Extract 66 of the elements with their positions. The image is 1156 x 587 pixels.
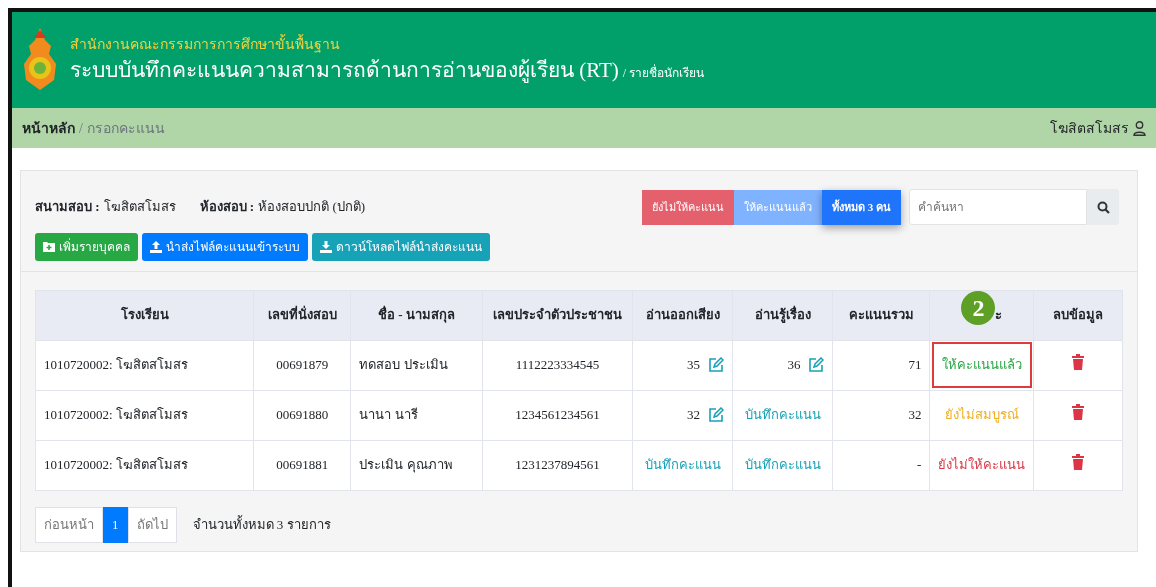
status-text: ให้คะแนนแล้ว [941, 357, 1022, 373]
breadcrumb-separator: / [79, 119, 83, 138]
action-button[interactable]: เพิ่มรายบุคคล [35, 232, 138, 261]
breadcrumb-item: กรอกคะแนน [86, 119, 165, 138]
edit-icon[interactable] [708, 357, 724, 373]
table-cell: 1010720002: โฆสิตสโมสร [44, 457, 188, 473]
app-title: ระบบบันทึกคะแนนความสามารถด้านการอ่านของผู้เรียน (RT) [70, 56, 619, 85]
breadcrumb-item[interactable]: หน้าหลัก [22, 117, 75, 139]
edit-icon[interactable] [708, 407, 724, 423]
delete-icon[interactable] [1072, 454, 1085, 471]
user-icon [1133, 120, 1146, 136]
info-label: สนามสอบ : [35, 198, 100, 216]
table-cell: 00691879 [276, 357, 329, 373]
table-cell: 1010720002: โฆสิตสโมสร [44, 407, 188, 423]
table-cell: ทดสอบ ประเมิน [359, 357, 448, 373]
record-count: จำนวนทั้งหมด 3 รายการ [192, 514, 331, 534]
score-value: 36 [787, 356, 801, 375]
logo-icon [22, 28, 58, 92]
column-header: เลขที่นั่งสอบ [267, 307, 337, 323]
search-icon [1096, 200, 1110, 214]
filter-button[interactable]: ยังไม่ให้คะแนน [642, 189, 734, 225]
download-icon [320, 240, 332, 253]
organization-name: สำนักงานคณะกรรมการการศึกษาขั้นพื้นฐาน [70, 33, 341, 55]
filter-button[interactable]: ทั้งหมด 3 คน [822, 189, 901, 225]
table-cell: 1234561234561 [515, 407, 600, 423]
delete-icon[interactable] [1072, 354, 1085, 371]
page-button[interactable]: 1 [103, 506, 128, 543]
column-header: ะ [995, 306, 1003, 325]
delete-icon[interactable] [1072, 404, 1085, 421]
table-cell: 32 [908, 407, 922, 423]
user-name[interactable]: โฆสิตสโมสร [1050, 117, 1129, 139]
status-text: ยังไม่สมบูรณ์ [944, 407, 1019, 423]
table-cell: ประเมิน คุณภาพ [359, 457, 453, 473]
filter-button[interactable]: ให้คะแนนแล้ว [734, 189, 822, 225]
info-value: ห้องสอบปกติ (ปกติ) [258, 198, 366, 216]
column-header: โรงเรียน [120, 307, 169, 323]
column-header: ลบข้อมูล [1053, 307, 1104, 323]
page-button[interactable]: ถัดไป [127, 506, 177, 543]
column-header: เลขประจำตัวประชาชน [493, 307, 623, 323]
column-header: อ่านออกเสียง [645, 307, 720, 323]
edit-icon[interactable] [808, 357, 825, 373]
info-label: ห้องสอบ : [199, 198, 255, 216]
page-subtitle: / รายชื่อนักเรียน [622, 63, 705, 82]
add-icon [43, 241, 55, 252]
table-cell: 00691880 [276, 407, 329, 423]
status-text: ยังไม่ให้คะแนน [938, 457, 1026, 473]
table-cell: 00691881 [276, 457, 329, 473]
column-header: อ่านรู้เรื่อง [754, 307, 811, 323]
action-button[interactable]: นำส่งไฟล์คะแนนเข้าระบบ [142, 232, 308, 261]
score-value: 35 [687, 356, 700, 375]
column-header: คะแนนรวม [848, 307, 914, 323]
page-button[interactable]: ก่อนหน้า [35, 506, 103, 543]
info-value: โฆสิตสโมสร [103, 198, 176, 216]
upload-icon [150, 240, 162, 253]
table-cell: 1010720002: โฆสิตสโมสร [44, 357, 188, 373]
table-cell: 1112223334545 [515, 357, 600, 373]
table-cell: 1231237894561 [515, 457, 600, 473]
column-header: ชื่อ - นามสกุล [378, 307, 455, 323]
action-button[interactable]: ดาวน์โหลดไฟล์นำส่งคะแนน [312, 232, 490, 261]
step-number-badge: 2 [961, 291, 996, 325]
table-cell: 71 [908, 357, 922, 373]
search-field[interactable]: คำค้นหา [909, 189, 1087, 225]
table-cell: - [917, 457, 922, 473]
score-value: 32 [687, 406, 700, 425]
search-button[interactable] [1087, 189, 1119, 225]
table-cell: นานา นารี [359, 407, 418, 423]
